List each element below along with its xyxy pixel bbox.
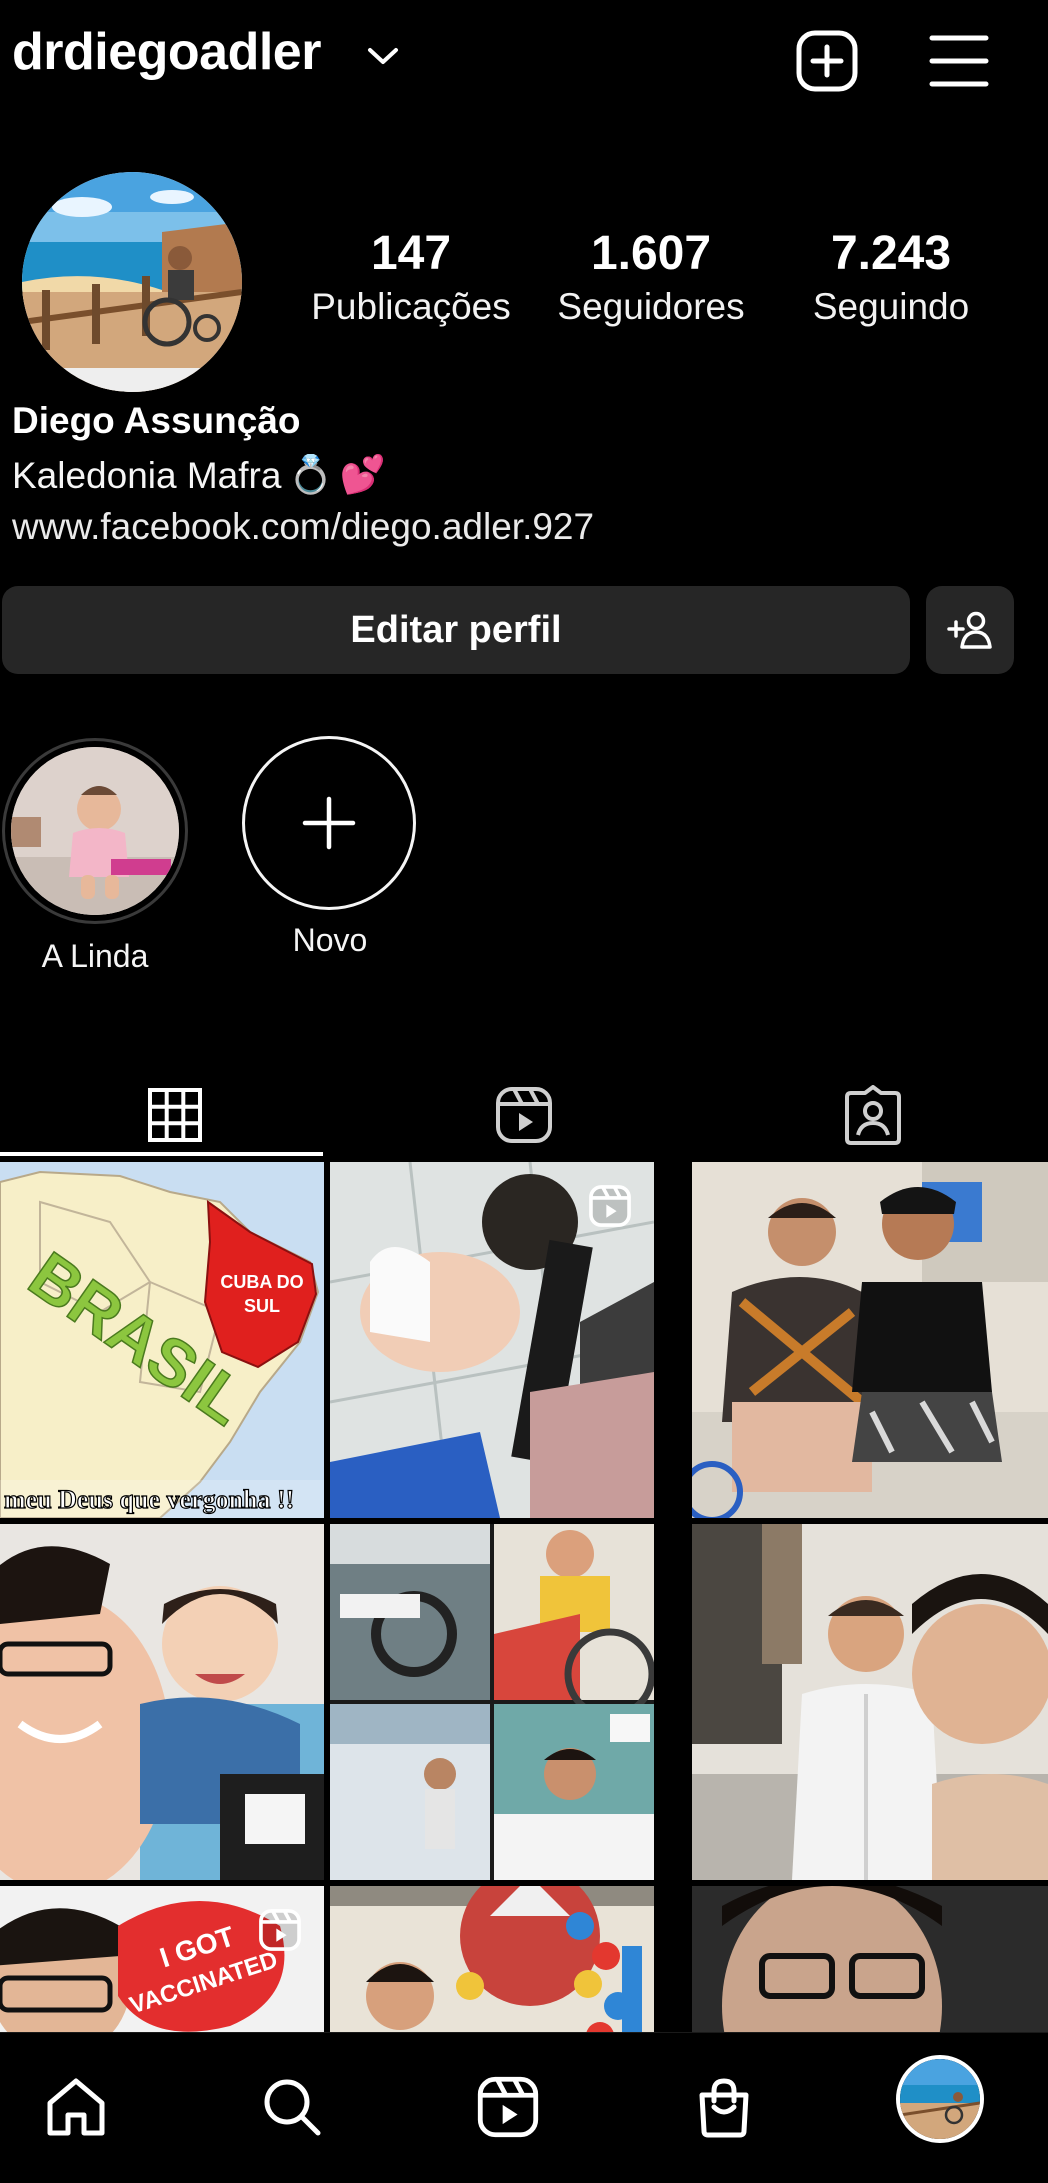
hearts-emoji: 💕 xyxy=(339,454,386,495)
profile-avatar[interactable] xyxy=(22,172,242,392)
add-person-icon xyxy=(947,611,992,649)
profile-username[interactable]: drdiegoadler xyxy=(12,22,321,82)
posts-grid: CUBA DO SUL BRASIL meu Deus que vergonha… xyxy=(0,1162,1048,2032)
grid-post[interactable] xyxy=(692,1162,1048,1518)
grid-post[interactable] xyxy=(330,1886,654,2032)
grid-post[interactable]: I GOT VACCINATED xyxy=(0,1886,324,2032)
tab-posts-grid[interactable] xyxy=(0,1052,349,1178)
profile-full-name: Diego Assunção xyxy=(12,400,301,441)
stat-posts-label: Publicações xyxy=(311,286,511,327)
nav-search[interactable] xyxy=(252,2067,332,2147)
bio-text: Kaledonia Mafra xyxy=(12,454,282,496)
grid-post[interactable]: CUBA DO SUL BRASIL meu Deus que vergonha… xyxy=(0,1162,324,1518)
grid-icon xyxy=(147,1088,202,1142)
tab-tagged[interactable] xyxy=(698,1052,1047,1178)
reels-icon xyxy=(477,2076,539,2138)
stat-followers[interactable]: 1.607 Seguidores xyxy=(548,226,754,330)
stat-followers-label: Seguidores xyxy=(557,286,745,327)
grid-post[interactable] xyxy=(330,1162,654,1518)
highlight-cover-image xyxy=(11,747,179,915)
highlight-a-linda[interactable] xyxy=(2,738,188,924)
hamburger-menu-icon[interactable] xyxy=(928,30,990,92)
plus-icon xyxy=(302,796,356,850)
chevron-down-icon[interactable] xyxy=(365,42,401,70)
grid-post[interactable] xyxy=(692,1886,1048,2032)
grid-post[interactable] xyxy=(330,1524,654,1880)
map-label-region-2: SUL xyxy=(244,1296,280,1316)
tagged-icon xyxy=(844,1085,901,1145)
map-label-region: CUBA DO xyxy=(220,1272,303,1292)
highlight-label: A Linda xyxy=(41,938,149,974)
grid-post[interactable] xyxy=(0,1524,324,1880)
grid-post[interactable] xyxy=(692,1524,1048,1880)
search-icon xyxy=(264,2079,321,2136)
reel-badge-icon xyxy=(259,1909,301,1951)
profile-website-link[interactable]: www.facebook.com/diego.adler.927 xyxy=(12,506,594,548)
nav-profile-avatar[interactable] xyxy=(896,2055,984,2143)
reel-badge-icon xyxy=(589,1185,631,1227)
ring-emoji: 💍 xyxy=(287,454,334,495)
stat-followers-value: 1.607 xyxy=(590,227,712,280)
stat-posts-value: 147 xyxy=(370,227,452,280)
profile-bio: Kaledonia Mafra 💍 💕 xyxy=(12,454,386,497)
stat-following[interactable]: 7.243 Seguindo xyxy=(800,226,982,330)
active-tab-indicator xyxy=(0,1152,323,1156)
nav-reels[interactable] xyxy=(468,2067,548,2147)
stat-following-label: Seguindo xyxy=(812,286,970,327)
tab-reels[interactable] xyxy=(349,1052,698,1178)
new-highlight-button[interactable] xyxy=(242,736,416,910)
nav-home[interactable] xyxy=(36,2067,116,2147)
post-caption-overlay: meu Deus que vergonha !! xyxy=(4,1485,294,1514)
stat-posts[interactable]: 147 Publicações xyxy=(300,226,522,330)
discover-people-button[interactable] xyxy=(926,586,1014,674)
shop-icon xyxy=(699,2078,749,2138)
reels-icon xyxy=(495,1087,552,1143)
stat-following-value: 7.243 xyxy=(830,227,952,280)
home-icon xyxy=(47,2078,105,2136)
add-post-icon[interactable] xyxy=(796,30,858,92)
edit-profile-button[interactable]: Editar perfil xyxy=(2,586,910,674)
bottom-navigation-bar xyxy=(0,2032,1048,2183)
highlight-label: Novo xyxy=(292,922,368,958)
nav-shop[interactable] xyxy=(684,2067,764,2147)
